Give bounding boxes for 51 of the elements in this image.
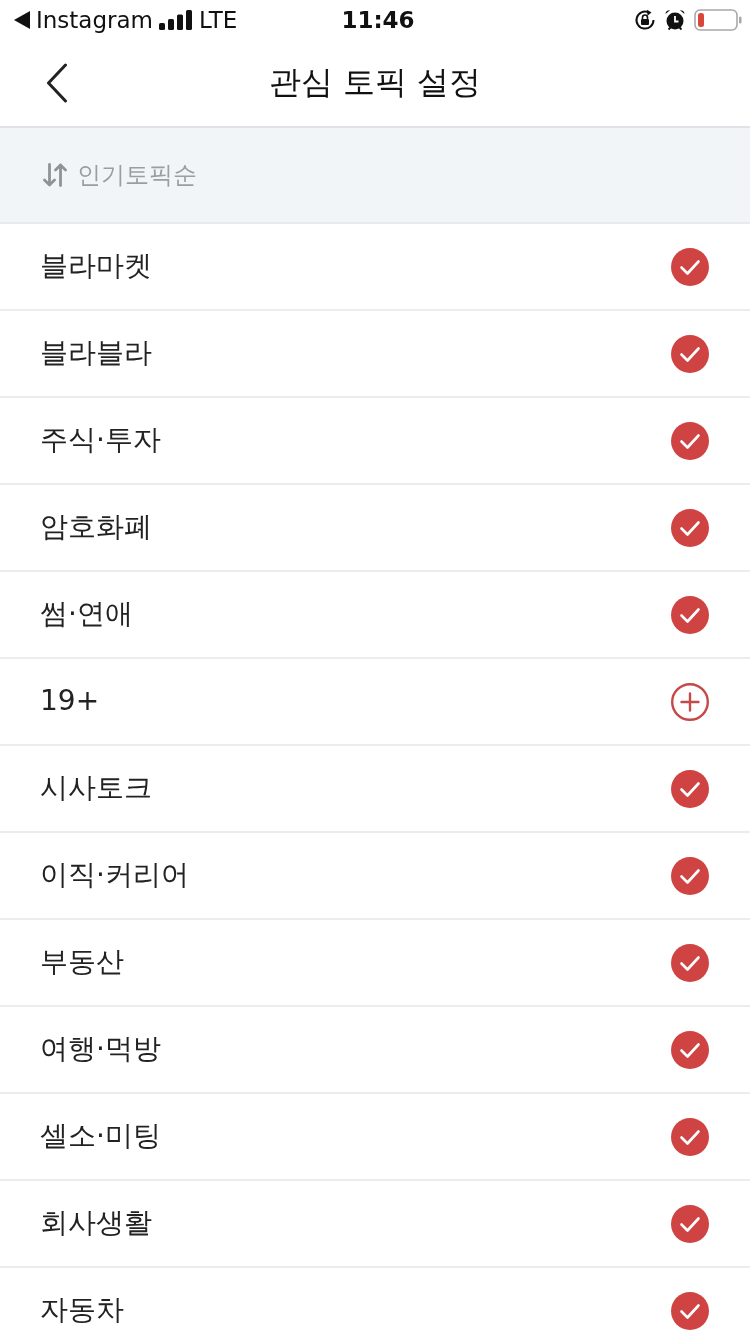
topic-subscribed-toggle[interactable]	[671, 421, 709, 460]
topic-name: 회사생활	[40, 1208, 152, 1239]
check-circle-icon	[671, 1291, 709, 1330]
check-circle-icon	[671, 856, 709, 895]
topic-name: 암호화폐	[40, 512, 152, 543]
topic-subscribed-toggle[interactable]	[671, 943, 709, 982]
check-circle-icon	[671, 508, 709, 547]
topic-name: 셀소·미팅	[40, 1121, 161, 1152]
check-circle-icon	[671, 769, 709, 808]
check-circle-icon	[671, 595, 709, 634]
page-title: 관심 토픽 설정	[267, 62, 483, 103]
check-circle-icon	[671, 943, 709, 982]
alarm-clock-icon	[664, 9, 686, 31]
rotation-lock-icon	[634, 9, 656, 31]
carrier-label: LTE	[199, 7, 238, 33]
back-triangle-icon[interactable]	[14, 11, 30, 29]
topic-name: 블라블라	[40, 338, 152, 369]
chevron-left-icon	[46, 63, 68, 103]
topic-name: 블라마켓	[40, 251, 152, 282]
check-circle-icon	[671, 1204, 709, 1243]
plus-circle-icon	[671, 682, 709, 721]
topic-subscribed-toggle[interactable]	[671, 508, 709, 547]
check-circle-icon	[671, 334, 709, 373]
topic-subscribed-toggle[interactable]	[671, 1117, 709, 1156]
topic-subscribed-toggle[interactable]	[671, 247, 709, 286]
topic-name: 여행·먹방	[40, 1034, 161, 1065]
topic-subscribed-toggle[interactable]	[671, 1030, 709, 1069]
topic-subscribed-toggle[interactable]	[671, 1204, 709, 1243]
battery-low-icon	[694, 9, 742, 31]
check-circle-icon	[671, 421, 709, 460]
topic-subscribed-toggle[interactable]	[671, 1291, 709, 1330]
sort-arrows-icon	[43, 163, 67, 187]
back-button[interactable]	[44, 62, 70, 104]
topic-name: 주식·투자	[40, 425, 161, 456]
topic-name: 부동산	[40, 947, 124, 978]
clock-time: 11:46	[341, 7, 415, 33]
topic-subscribed-toggle[interactable]	[671, 856, 709, 895]
topic-name: 자동차	[40, 1295, 124, 1326]
topic-add-toggle[interactable]	[671, 682, 709, 721]
check-circle-icon	[671, 247, 709, 286]
topic-name: 썸·연애	[40, 599, 133, 630]
topic-subscribed-toggle[interactable]	[671, 334, 709, 373]
topic-name: 이직·커리어	[40, 860, 189, 891]
check-circle-icon	[671, 1030, 709, 1069]
check-circle-icon	[671, 1117, 709, 1156]
topic-name: 19+	[40, 686, 100, 717]
topic-subscribed-toggle[interactable]	[671, 769, 709, 808]
topic-name: 시사토크	[40, 773, 152, 804]
signal-bars-icon	[159, 10, 193, 30]
topic-subscribed-toggle[interactable]	[671, 595, 709, 634]
back-to-app-label[interactable]: Instagram	[36, 7, 153, 33]
